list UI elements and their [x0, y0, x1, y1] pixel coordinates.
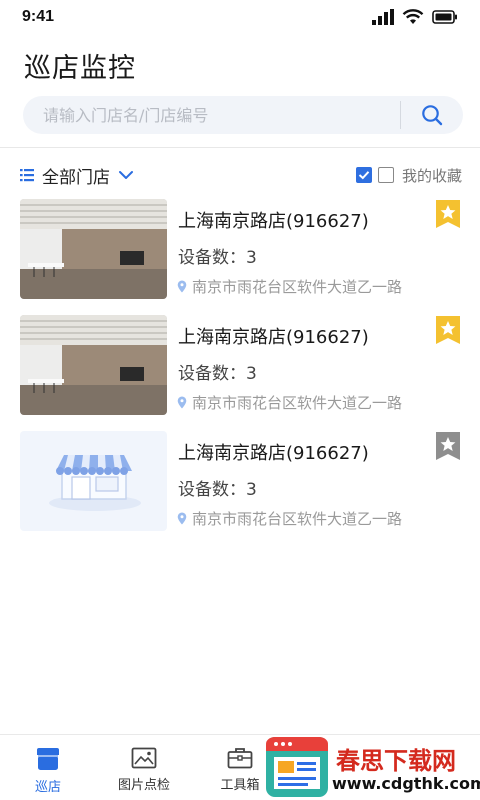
store-item[interactable]: 上海南京路店(916627) 设备数：3 南京市雨花台区软件大道乙一路 — [0, 312, 480, 428]
store-photo — [20, 199, 167, 299]
store-device-count: 设备数：3 — [178, 248, 257, 268]
favorite-button[interactable] — [435, 199, 461, 233]
list-icon — [20, 169, 34, 182]
battery-icon — [432, 10, 457, 24]
image-icon — [131, 747, 157, 769]
search-bar — [23, 96, 463, 134]
store-device-count: 设备数：3 — [178, 364, 257, 384]
store-device-count: 设备数：3 — [178, 480, 257, 500]
search-icon — [422, 105, 443, 126]
bookmark-star-icon — [436, 432, 460, 460]
favorite-button[interactable] — [435, 431, 461, 465]
filter-bar: 全部门店 我的收藏 — [0, 158, 480, 192]
bookmark-star-icon — [436, 316, 460, 344]
all-stores-label: 全部门店 — [42, 167, 110, 188]
store-address-text: 南京市雨花台区软件大道乙一路 — [192, 278, 403, 296]
watermark-logo-icon — [266, 737, 328, 797]
favorite-button[interactable] — [435, 315, 461, 349]
select-all-checkbox[interactable] — [355, 167, 372, 183]
location-pin-icon — [177, 512, 187, 525]
location-pin-icon — [177, 396, 187, 409]
store-photo — [20, 315, 167, 415]
favorites-checkbox[interactable] — [377, 167, 394, 183]
store-item[interactable]: 上海南京路店(916627) 设备数：3 南京市雨花台区软件大道乙一路 — [0, 196, 480, 312]
store-thumbnail — [20, 315, 167, 415]
tab-store-patrol[interactable]: 巡店 — [0, 735, 96, 800]
watermark-title: 春思下载网 — [336, 747, 456, 775]
search-input[interactable] — [23, 96, 400, 134]
store-name: 上海南京路店(916627) — [178, 443, 369, 464]
status-bar: 9:41 — [0, 0, 480, 34]
site-watermark: 春思下载网 www.cdgthk.com — [266, 737, 480, 800]
store-list: 上海南京路店(916627) 设备数：3 南京市雨花台区软件大道乙一路 上海南京… — [0, 196, 480, 544]
store-address: 南京市雨花台区软件大道乙一路 — [177, 392, 402, 413]
store-thumbnail — [20, 199, 167, 299]
store-address: 南京市雨花台区软件大道乙一路 — [177, 276, 402, 297]
bookmark-star-icon — [436, 200, 460, 228]
watermark-url: www.cdgthk.com — [332, 774, 480, 793]
store-icon — [37, 748, 59, 770]
check-icon — [358, 171, 370, 180]
chevron-down-icon — [119, 171, 133, 179]
store-thumbnail — [20, 431, 167, 531]
favorites-filter: 我的收藏 — [355, 165, 462, 186]
store-address-text: 南京市雨花台区软件大道乙一路 — [192, 510, 403, 528]
store-address-text: 南京市雨花台区软件大道乙一路 — [192, 394, 403, 412]
store-address: 南京市雨花台区软件大道乙一路 — [177, 508, 402, 529]
header-divider — [0, 147, 480, 148]
tab-label: 工具箱 — [220, 778, 260, 793]
toolbox-icon — [227, 748, 253, 769]
page-title: 巡店监控 — [24, 53, 136, 84]
store-name: 上海南京路店(916627) — [178, 211, 369, 232]
tab-label: 巡店 — [34, 780, 61, 795]
tab-image-check[interactable]: 图片点检 — [96, 735, 192, 800]
signal-icon — [372, 9, 394, 25]
store-item[interactable]: 上海南京路店(916627) 设备数：3 南京市雨花台区软件大道乙一路 — [0, 428, 480, 544]
store-placeholder-icon — [20, 431, 167, 531]
favorites-label[interactable]: 我的收藏 — [402, 165, 462, 186]
status-icons — [372, 9, 458, 25]
location-pin-icon — [177, 280, 187, 293]
all-stores-dropdown[interactable]: 全部门店 — [20, 163, 134, 188]
tab-label: 图片点检 — [117, 778, 170, 793]
status-time: 9:41 — [22, 8, 55, 25]
search-button[interactable] — [401, 96, 463, 134]
store-name: 上海南京路店(916627) — [178, 327, 369, 348]
wifi-icon — [402, 9, 424, 24]
